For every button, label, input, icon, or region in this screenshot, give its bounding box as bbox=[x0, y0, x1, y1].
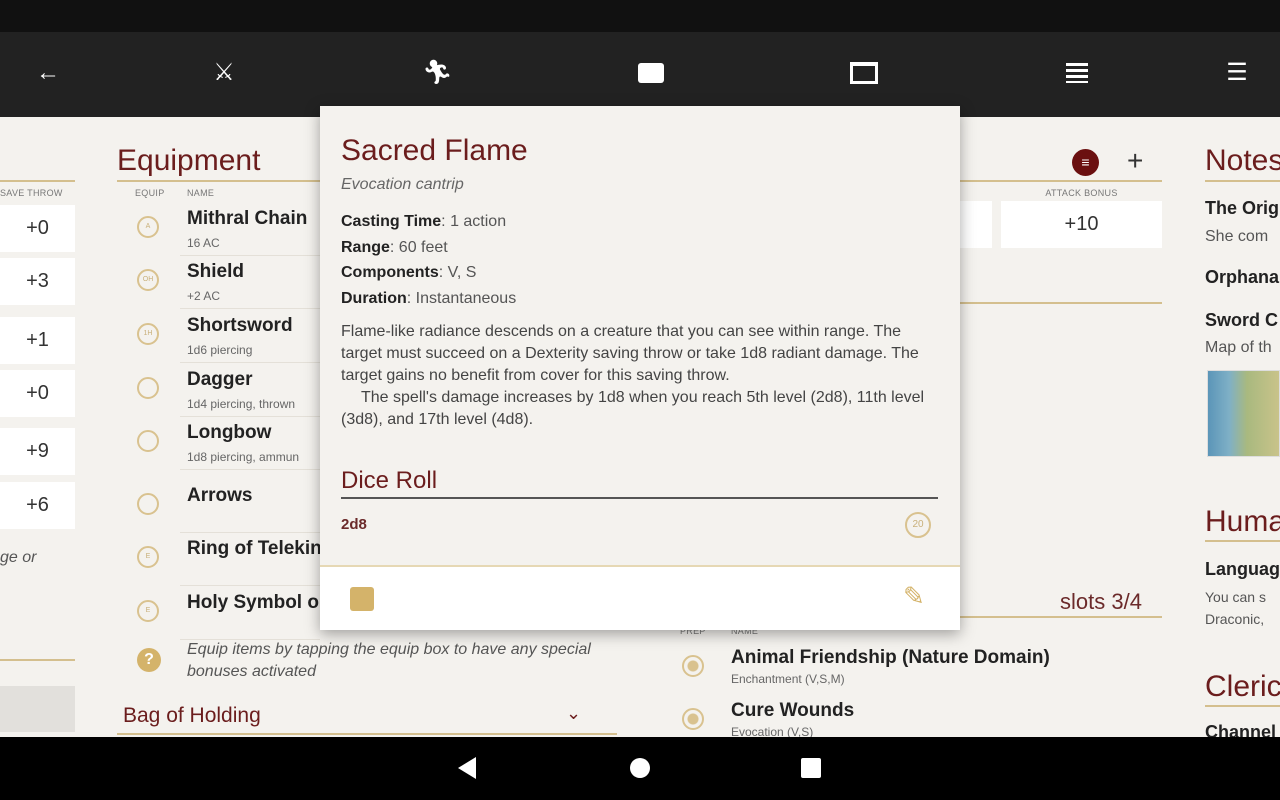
status-bar bbox=[0, 0, 1280, 32]
property-value: : 60 feet bbox=[389, 238, 448, 256]
note-text: She com bbox=[1205, 228, 1269, 245]
prep-toggle[interactable] bbox=[682, 708, 704, 730]
crossed-swords-icon[interactable]: ⚔ bbox=[209, 58, 239, 88]
attack-bonus-header: ATTACK BONUS bbox=[1045, 188, 1118, 198]
languages-text: Draconic, bbox=[1205, 611, 1265, 627]
property-label: Components bbox=[341, 264, 439, 281]
spell-description-upcast: The spell's damage increases by 1d8 when… bbox=[341, 389, 925, 428]
spell-name[interactable]: Animal Friendship (Nature Domain) bbox=[731, 647, 1050, 669]
nav-back-icon[interactable] bbox=[458, 757, 476, 779]
save-throw-box[interactable]: +6 bbox=[0, 482, 75, 529]
languages-text: You can s bbox=[1205, 589, 1266, 605]
running-figure-icon[interactable]: 🏃︎ bbox=[422, 58, 452, 88]
equip-col-header: EQUIP bbox=[135, 188, 165, 198]
notes-title: Notes bbox=[1205, 144, 1280, 177]
equip-toggle[interactable]: E bbox=[137, 546, 159, 568]
property-value: : 1 action bbox=[441, 213, 507, 230]
chest-icon[interactable] bbox=[636, 58, 666, 88]
help-icon[interactable]: ? bbox=[137, 648, 161, 672]
spell-name[interactable]: Cure Wounds bbox=[731, 700, 854, 722]
equip-toggle[interactable] bbox=[137, 430, 159, 452]
grey-button[interactable] bbox=[0, 686, 75, 732]
equip-toggle[interactable]: 1H bbox=[137, 323, 159, 345]
bag-of-holding-header[interactable]: Bag of Holding bbox=[123, 704, 261, 728]
dice-roll-value[interactable]: 2d8 bbox=[341, 516, 367, 533]
prep-toggle[interactable] bbox=[682, 655, 704, 677]
spell-property: Components: V, S bbox=[341, 260, 516, 286]
item-name[interactable]: Shield bbox=[187, 261, 244, 283]
popup-footer: ✎ bbox=[320, 565, 960, 630]
item-detail: 1d8 piercing, ammun bbox=[187, 450, 300, 464]
equipment-title: Equipment bbox=[117, 144, 261, 177]
nav-home-icon[interactable] bbox=[630, 758, 650, 778]
languages-title: Languag bbox=[1205, 559, 1280, 579]
filter-icon[interactable]: ≡ bbox=[1072, 149, 1099, 176]
spell-slots: slots 3/4 bbox=[1060, 589, 1142, 614]
item-name[interactable]: Dagger bbox=[187, 369, 252, 391]
spell-title: Sacred Flame bbox=[341, 134, 528, 167]
dice-icon[interactable] bbox=[350, 587, 374, 611]
class-title: Cleric bbox=[1205, 670, 1280, 703]
item-name[interactable]: Arrows bbox=[187, 485, 252, 507]
note-title[interactable]: Orphana bbox=[1205, 267, 1279, 288]
android-nav-bar bbox=[0, 737, 1280, 800]
property-label: Duration bbox=[341, 289, 407, 307]
back-arrow-icon[interactable]: ← bbox=[33, 58, 63, 88]
item-name[interactable]: Holy Symbol o bbox=[187, 592, 319, 614]
save-throw-box[interactable]: +0 bbox=[0, 370, 75, 417]
edit-pencil-icon[interactable]: ✎ bbox=[903, 581, 925, 612]
property-label: Casting Time bbox=[341, 213, 442, 230]
save-throw-box[interactable]: +3 bbox=[0, 258, 75, 305]
map-image[interactable] bbox=[1207, 370, 1280, 457]
property-label: Range bbox=[341, 238, 390, 256]
item-detail: +2 AC bbox=[187, 289, 221, 303]
nav-recents-icon[interactable] bbox=[801, 758, 821, 778]
name-col-header: NAME bbox=[187, 188, 215, 198]
equip-toggle[interactable]: A bbox=[137, 216, 159, 238]
equip-help-text: Equip items by tapping the equip box to … bbox=[187, 641, 591, 680]
spell-property: Duration: Instantaneous bbox=[341, 286, 516, 312]
spell-description: Flame-like radiance descends on a creatu… bbox=[341, 323, 919, 384]
item-name[interactable]: Longbow bbox=[187, 422, 271, 444]
notes-icon[interactable] bbox=[1062, 58, 1092, 88]
race-title: Huma bbox=[1205, 505, 1280, 538]
spell-property: Casting Time: 1 action bbox=[341, 209, 516, 235]
item-detail: 16 AC bbox=[187, 236, 220, 250]
equip-toggle[interactable] bbox=[137, 377, 159, 399]
item-name[interactable]: Ring of Telekin bbox=[187, 538, 322, 560]
add-icon[interactable]: + bbox=[1127, 145, 1143, 177]
chevron-down-icon[interactable]: ⌄ bbox=[566, 703, 581, 724]
spell-subtitle: Evocation cantrip bbox=[341, 176, 464, 193]
spell-property: Range: 60 feet bbox=[341, 235, 516, 261]
item-name[interactable]: Mithral Chain bbox=[187, 208, 307, 230]
property-value: : Instantaneous bbox=[406, 289, 517, 307]
equip-toggle[interactable]: E bbox=[137, 600, 159, 622]
equip-toggle[interactable] bbox=[137, 493, 159, 515]
spell-detail-popup: Sacred Flame Evocation cantrip Casting T… bbox=[320, 106, 960, 630]
equip-toggle[interactable]: OH bbox=[137, 269, 159, 291]
item-detail: 1d6 piercing bbox=[187, 343, 253, 357]
save-throw-box[interactable]: +1 bbox=[0, 317, 75, 364]
save-note: ge or bbox=[0, 549, 37, 566]
spell-school: Enchantment (V,S,M) bbox=[731, 672, 845, 686]
save-throw-header: SAVE THROW bbox=[0, 188, 63, 198]
d20-icon[interactable]: 20 bbox=[905, 512, 931, 538]
note-text: Map of th bbox=[1205, 339, 1272, 356]
attack-bonus-box[interactable]: +10 bbox=[1001, 201, 1162, 248]
spell-stat-box[interactable] bbox=[960, 201, 992, 248]
item-name[interactable]: Shortsword bbox=[187, 315, 293, 337]
property-value: : V, S bbox=[438, 264, 477, 281]
note-title[interactable]: Sword C bbox=[1205, 310, 1278, 331]
item-detail: 1d4 piercing, thrown bbox=[187, 397, 296, 411]
note-title[interactable]: The Orig bbox=[1205, 198, 1279, 219]
spellbook-icon[interactable] bbox=[849, 58, 879, 88]
save-throw-box[interactable]: +9 bbox=[0, 428, 75, 475]
dice-roll-title: Dice Roll bbox=[341, 467, 438, 494]
menu-icon[interactable]: ☰ bbox=[1222, 58, 1252, 88]
save-throw-box[interactable]: +0 bbox=[0, 205, 75, 252]
